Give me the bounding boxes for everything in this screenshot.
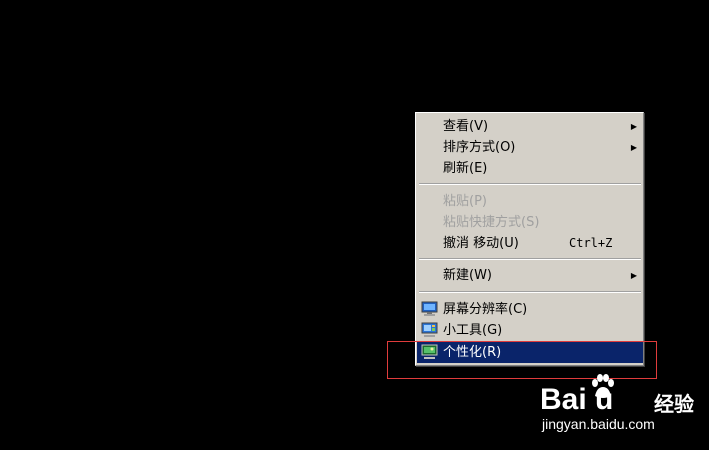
menu-item-paste-shortcut: 粘贴快捷方式(S) xyxy=(417,212,643,233)
menu-item-label: 排序方式(O) xyxy=(443,140,516,155)
menu-item-undo-move[interactable]: 撤消 移动(U) Ctrl+Z xyxy=(417,233,643,254)
menu-item-label: 粘贴(P) xyxy=(443,194,487,209)
baidu-jingyan-watermark: Bai u 经验 jingyan.baidu.com xyxy=(540,372,700,442)
menu-item-refresh[interactable]: 刷新(E) xyxy=(417,158,643,179)
menu-separator xyxy=(419,183,641,185)
submenu-arrow-icon: ▶ xyxy=(630,143,637,152)
menu-item-label: 新建(W) xyxy=(443,268,492,283)
submenu-arrow-icon: ▶ xyxy=(630,122,637,131)
watermark-url-text: jingyan.baidu.com xyxy=(542,416,655,432)
menu-item-label: 小工具(G) xyxy=(443,323,503,338)
menu-item-screen-resolution[interactable]: 屏幕分辨率(C) xyxy=(417,299,643,320)
menu-item-gadgets[interactable]: 小工具(G) xyxy=(417,320,643,341)
menu-item-label: 屏幕分辨率(C) xyxy=(443,302,528,317)
baidu-paw-icon xyxy=(592,374,614,398)
menu-item-new[interactable]: 新建(W) ▶ xyxy=(417,265,643,286)
menu-separator xyxy=(419,291,641,293)
desktop-context-menu: 查看(V) ▶ 排序方式(O) ▶ 刷新(E) 粘贴(P) 粘贴快捷方式(S) … xyxy=(415,112,644,366)
menu-separator xyxy=(419,258,641,260)
menu-item-label: 刷新(E) xyxy=(443,161,488,176)
menu-item-label: 查看(V) xyxy=(443,119,489,134)
menu-item-paste: 粘贴(P) xyxy=(417,191,643,212)
gadgets-icon xyxy=(421,322,438,337)
monitor-resolution-icon xyxy=(421,301,438,316)
menu-item-shortcut: Ctrl+Z xyxy=(569,236,613,250)
menu-item-sort-by[interactable]: 排序方式(O) ▶ xyxy=(417,137,643,158)
menu-item-label: 撤消 移动(U) xyxy=(443,236,519,251)
menu-item-label: 粘贴快捷方式(S) xyxy=(443,215,540,230)
menu-item-view[interactable]: 查看(V) ▶ xyxy=(417,116,643,137)
watermark-brand-text: 经验 xyxy=(654,392,694,416)
submenu-arrow-icon: ▶ xyxy=(630,271,637,280)
